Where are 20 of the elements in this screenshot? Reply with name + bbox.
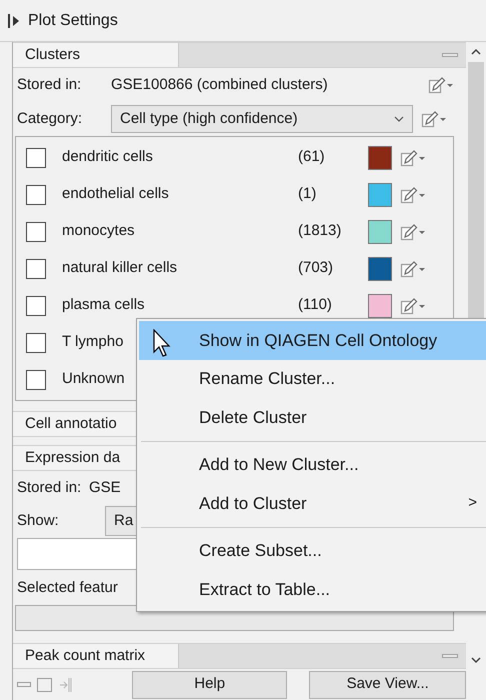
panel-title: Plot Settings (28, 10, 118, 30)
cluster-name: plasma cells (62, 295, 145, 316)
cluster-name: endothelial cells (62, 184, 169, 204)
cluster-name: dendritic cells (62, 147, 153, 168)
cluster-name: natural killer cells (62, 258, 178, 278)
cluster-name: Unknown (62, 369, 125, 390)
stored-value: GSE100866 (combined clusters) (111, 74, 329, 95)
field-label: Show: (17, 510, 60, 531)
cluster-name: monocytes (62, 221, 135, 242)
field-label: Category: (17, 108, 84, 129)
cluster-count: (61) (298, 147, 326, 168)
cluster-name: T lympho (62, 332, 124, 352)
stored-value: GSE (89, 478, 121, 498)
field-label: Stored in: (17, 478, 82, 498)
cluster-count: (1) (298, 184, 318, 204)
field-label: Stored in: (17, 74, 82, 95)
field-label: Selected featur (17, 578, 118, 598)
cluster-count: (110) (298, 295, 333, 316)
cluster-count: (1813) (298, 221, 342, 242)
cluster-count: (703) (298, 258, 334, 278)
